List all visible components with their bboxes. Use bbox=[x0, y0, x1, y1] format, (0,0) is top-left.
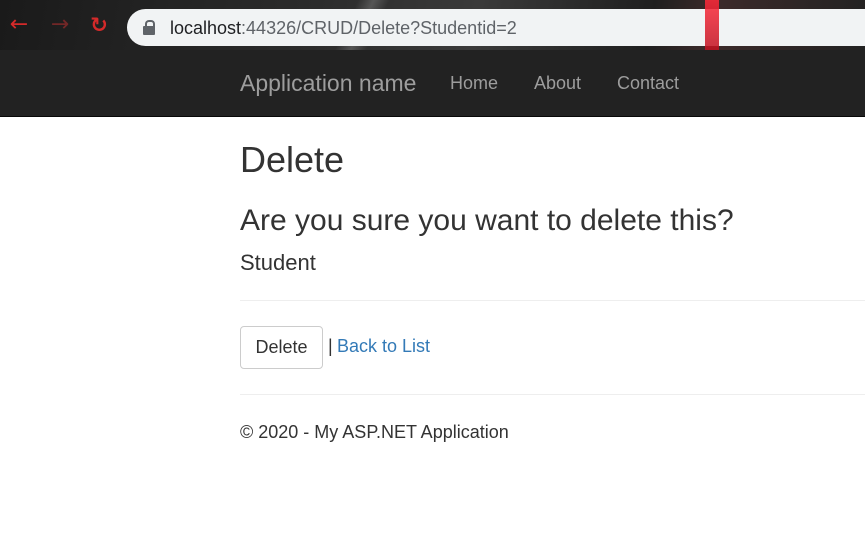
nav-link-contact[interactable]: Contact bbox=[617, 73, 679, 94]
confirm-question: Are you sure you want to delete this? bbox=[240, 204, 734, 237]
separator: | bbox=[328, 336, 333, 356]
reload-icon[interactable]: ↻ bbox=[86, 12, 112, 38]
forward-arrow-icon[interactable]: → bbox=[47, 12, 73, 38]
page-title: Delete bbox=[240, 139, 345, 180]
brand-link[interactable]: Application name bbox=[240, 70, 416, 97]
back-arrow-icon[interactable]: ← bbox=[6, 12, 32, 38]
entity-label: Student bbox=[240, 250, 316, 275]
browser-toolbar: ← → ↻ localhost:44326/CRUD/Delete?Studen… bbox=[0, 0, 865, 50]
url-host: localhost bbox=[170, 18, 242, 38]
footer-copyright: © 2020 - My ASP.NET Application bbox=[240, 422, 509, 442]
app-navbar: Application name Home About Contact bbox=[0, 50, 865, 117]
url-text[interactable]: localhost:44326/CRUD/Delete?Studentid=2 bbox=[170, 18, 517, 39]
url-path: :44326/CRUD/Delete?Studentid=2 bbox=[241, 18, 517, 38]
divider bbox=[240, 300, 865, 301]
back-to-list-link[interactable]: Back to List bbox=[337, 336, 430, 357]
nav-link-home[interactable]: Home bbox=[450, 73, 498, 94]
delete-button[interactable]: Delete bbox=[240, 326, 323, 369]
address-bar[interactable]: localhost:44326/CRUD/Delete?Studentid=2 bbox=[127, 9, 865, 46]
footer-divider bbox=[240, 394, 865, 395]
lock-icon[interactable] bbox=[143, 20, 155, 35]
nav-link-about[interactable]: About bbox=[534, 73, 581, 94]
